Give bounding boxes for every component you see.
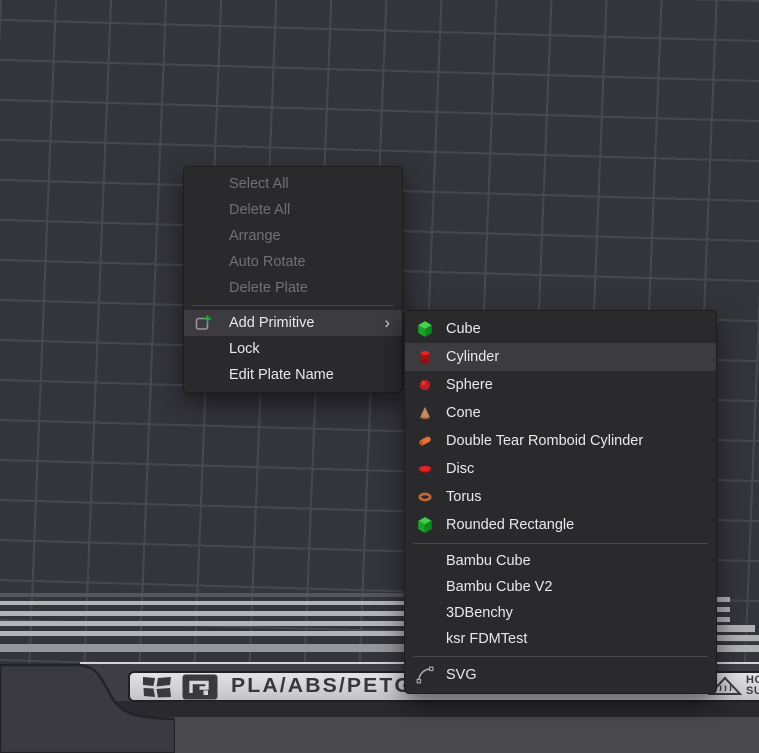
menu-item-delete-plate: Delete Plate bbox=[184, 275, 402, 301]
svg-bezier-icon bbox=[416, 666, 434, 684]
submenu-item-label: Torus bbox=[446, 489, 481, 505]
submenu-arrow-icon: › bbox=[384, 310, 390, 336]
menu-separator bbox=[192, 305, 394, 306]
plate-stripe-right bbox=[717, 617, 730, 622]
cube-icon bbox=[416, 320, 434, 338]
cone-icon bbox=[416, 404, 434, 422]
viewport-3d: PLA/ABS/PETG HOT SURFACE Select All Dele… bbox=[0, 0, 759, 753]
plate-maker-logo-icon bbox=[182, 674, 218, 700]
submenu-item-label: Sphere bbox=[446, 377, 493, 393]
submenu-item-cone[interactable]: Cone bbox=[405, 399, 716, 427]
submenu-item-label: Cone bbox=[446, 405, 481, 421]
menu-item-lock[interactable]: Lock bbox=[184, 336, 402, 362]
menu-item-label: Add Primitive bbox=[229, 315, 314, 331]
plate-stripe-right bbox=[717, 635, 759, 641]
submenu-separator bbox=[413, 656, 708, 657]
submenu-item-disc[interactable]: Disc bbox=[405, 455, 716, 483]
submenu-item-bambu-cube[interactable]: Bambu Cube bbox=[405, 548, 716, 574]
menu-item-edit-plate-name[interactable]: Edit Plate Name bbox=[184, 362, 402, 388]
submenu-item-label: Rounded Rectangle bbox=[446, 517, 574, 533]
submenu-item-3dbenchy[interactable]: 3DBenchy bbox=[405, 600, 716, 626]
menu-item-auto-rotate: Auto Rotate bbox=[184, 249, 402, 275]
submenu-item-bambu-cube-v2[interactable]: Bambu Cube V2 bbox=[405, 574, 716, 600]
submenu-item-label: Cylinder bbox=[446, 349, 499, 365]
rounded-rectangle-icon bbox=[416, 516, 434, 534]
menu-item-select-all: Select All bbox=[184, 171, 402, 197]
plate-stripe-right bbox=[717, 645, 759, 652]
menu-item-add-primitive[interactable]: Add Primitive › bbox=[184, 310, 402, 336]
plate-stripe-right bbox=[717, 607, 730, 612]
disc-icon bbox=[416, 460, 434, 478]
torus-icon bbox=[416, 488, 434, 506]
plate-stripe-right bbox=[717, 625, 755, 632]
submenu-item-cube[interactable]: Cube bbox=[405, 315, 716, 343]
submenu-item-label: Cube bbox=[446, 321, 481, 337]
submenu-item-svg[interactable]: SVG bbox=[405, 661, 716, 689]
submenu-item-label: SVG bbox=[446, 667, 477, 683]
plate-brand-text: PLA/ABS/PETG bbox=[231, 675, 413, 698]
cylinder-icon bbox=[416, 348, 434, 366]
plate-context-menu: Select All Delete All Arrange Auto Rotat… bbox=[183, 166, 403, 393]
submenu-separator bbox=[413, 543, 708, 544]
submenu-item-label: Disc bbox=[446, 461, 474, 477]
plate-stripe-right bbox=[717, 597, 730, 602]
add-primitive-submenu: Cube Cylinder Sphere Cone Double Tear Ro… bbox=[404, 310, 717, 694]
menu-item-arrange: Arrange bbox=[184, 223, 402, 249]
submenu-item-cylinder[interactable]: Cylinder bbox=[405, 343, 716, 371]
warning-text-line2: SURFACE bbox=[746, 686, 759, 697]
submenu-item-sphere[interactable]: Sphere bbox=[405, 371, 716, 399]
add-primitive-icon bbox=[194, 314, 212, 332]
menu-item-delete-all: Delete All bbox=[184, 197, 402, 223]
sphere-icon bbox=[416, 376, 434, 394]
submenu-item-label: Double Tear Romboid Cylinder bbox=[446, 433, 643, 449]
submenu-item-torus[interactable]: Torus bbox=[405, 483, 716, 511]
submenu-item-double-tear-romboid-cylinder[interactable]: Double Tear Romboid Cylinder bbox=[405, 427, 716, 455]
submenu-item-rounded-rectangle[interactable]: Rounded Rectangle bbox=[405, 511, 716, 539]
submenu-item-ksr-fdmtest[interactable]: ksr FDMTest bbox=[405, 626, 716, 652]
bambu-windmill-logo-icon bbox=[141, 675, 173, 699]
double-tear-romboid-cylinder-icon bbox=[416, 432, 434, 450]
